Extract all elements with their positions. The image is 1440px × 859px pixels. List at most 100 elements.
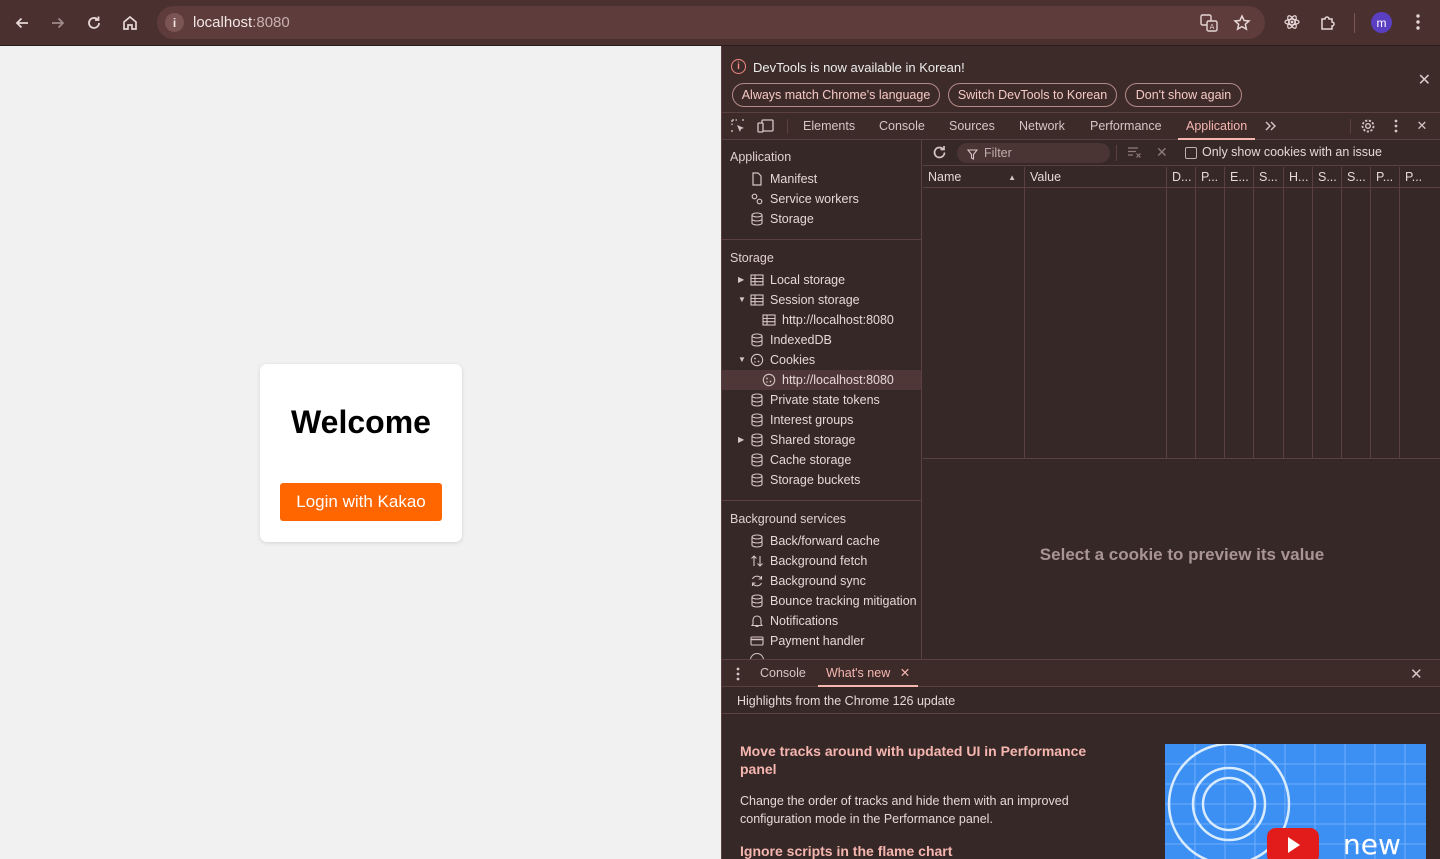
devtools-menu-icon[interactable] [1387, 117, 1405, 135]
inspect-element-icon[interactable] [729, 117, 747, 135]
close-tab-icon[interactable]: ✕ [900, 666, 910, 680]
drawer-tab-bar: Console What's new ✕ ✕ [722, 659, 1440, 687]
clear-all-icon[interactable] [1127, 145, 1143, 162]
sidebar-item-storage-buckets[interactable]: Storage buckets [722, 470, 921, 490]
more-tabs-chevron-icon[interactable] [1262, 117, 1280, 135]
delete-selected-icon[interactable]: ✕ [1156, 144, 1168, 161]
collapse-triangle-icon[interactable]: ▼ [738, 350, 746, 370]
filter-input[interactable]: Filter [957, 143, 1110, 163]
tab-performance[interactable]: Performance [1090, 113, 1162, 140]
sidebar-item-interest-groups[interactable]: Interest groups [722, 410, 921, 430]
sidebar-item-session-origin[interactable]: http://localhost:8080 [722, 310, 921, 330]
sidebar-item-local-storage[interactable]: ▶ Local storage [722, 270, 921, 290]
column-samesite[interactable]: S... [1341, 167, 1370, 188]
login-kakao-button[interactable]: Login with Kakao [280, 483, 442, 521]
column-priority[interactable]: P... [1399, 167, 1440, 188]
sidebar-item-service-workers[interactable]: Service workers [722, 189, 921, 209]
sidebar-item-cache-storage[interactable]: Cache storage [722, 450, 921, 470]
sidebar-item-bounce-tracking[interactable]: Bounce tracking mitigation [722, 591, 921, 611]
drawer-tab-whats-new[interactable]: What's new ✕ [818, 660, 919, 687]
reload-icon[interactable] [79, 8, 109, 38]
back-icon[interactable] [7, 8, 37, 38]
bookmark-star-icon[interactable] [1230, 11, 1254, 35]
whats-new-item-body: Change the order of tracks and hide them… [740, 794, 1069, 826]
expand-triangle-icon[interactable]: ▶ [738, 430, 744, 450]
always-match-language-button[interactable]: Always match Chrome's language [732, 83, 940, 107]
tab-application[interactable]: Application [1178, 113, 1256, 140]
column-expires[interactable]: E... [1224, 167, 1253, 188]
settings-gear-icon[interactable] [1359, 117, 1377, 135]
column-divider [1370, 188, 1371, 458]
sidebar-item-notifications[interactable]: Notifications [722, 611, 921, 631]
expand-triangle-icon[interactable]: ▶ [738, 270, 744, 290]
sidebar-item-payment-handler[interactable]: Payment handler [722, 631, 921, 651]
column-domain[interactable]: D... [1166, 167, 1195, 188]
cookie-filter-bar: Filter ✕ Only show cookies with an issue [923, 140, 1440, 166]
sidebar-item-label: Cookies [770, 353, 816, 367]
extensions-puzzle-icon[interactable] [1316, 10, 1340, 34]
translate-icon[interactable]: A [1197, 11, 1221, 35]
column-secure[interactable]: S... [1312, 167, 1341, 188]
whats-new-item-title[interactable]: Move tracks around with updated UI in Pe… [740, 742, 1120, 778]
sidebar-item-label: Background sync [770, 574, 866, 588]
drawer-tab-console[interactable]: Console [760, 660, 806, 687]
section-divider [722, 239, 921, 240]
sidebar-item-indexeddb[interactable]: IndexedDB [722, 330, 921, 350]
close-drawer-icon[interactable]: ✕ [1410, 665, 1423, 683]
sidebar-item-private-state-tokens[interactable]: Private state tokens [722, 390, 921, 410]
toolbar-divider [1354, 13, 1355, 33]
sidebar-item-label: Cache storage [770, 453, 852, 467]
close-devtools-icon[interactable]: ✕ [1413, 117, 1431, 135]
device-toolbar-icon[interactable] [757, 117, 775, 135]
column-path[interactable]: P... [1195, 167, 1224, 188]
database-icon [751, 473, 763, 487]
sidebar-item-shared-storage[interactable]: ▶ Shared storage [722, 430, 921, 450]
sidebar-item-cookies[interactable]: ▼ Cookies [722, 350, 921, 370]
url-text[interactable]: localhost:8080 [193, 14, 290, 31]
database-icon [751, 594, 763, 608]
sidebar-item-storage[interactable]: Storage [722, 209, 921, 229]
table-icon [750, 274, 764, 286]
whats-new-content: Highlights from the Chrome 126 update Mo… [722, 687, 1440, 859]
column-httponly[interactable]: H... [1283, 167, 1312, 188]
column-value[interactable]: Value [1024, 167, 1166, 188]
sidebar-item-background-fetch[interactable]: Background fetch [722, 551, 921, 571]
sidebar-item-label: Private state tokens [770, 393, 880, 407]
whats-new-item-title-2[interactable]: Ignore scripts in the flame chart [740, 842, 1120, 859]
column-partition-key[interactable]: P... [1370, 167, 1399, 188]
tab-elements[interactable]: Elements [803, 113, 855, 140]
sidebar-item-label: Bounce tracking mitigation [770, 594, 917, 608]
address-bar[interactable]: i localhost:8080 A [157, 6, 1265, 39]
column-size[interactable]: S... [1253, 167, 1283, 188]
tab-sources[interactable]: Sources [949, 113, 995, 140]
home-icon[interactable] [115, 8, 145, 38]
collapse-triangle-icon[interactable]: ▼ [738, 290, 746, 310]
column-name[interactable]: Name ▲ [923, 167, 1024, 188]
welcome-heading: Welcome [291, 404, 431, 440]
site-info-icon[interactable]: i [165, 13, 184, 32]
browser-menu-icon[interactable] [1406, 10, 1430, 34]
sidebar-item-background-sync[interactable]: Background sync [722, 571, 921, 591]
document-icon [752, 172, 762, 186]
database-icon [751, 413, 763, 427]
switch-to-korean-button[interactable]: Switch DevTools to Korean [948, 83, 1117, 107]
drawer-menu-icon[interactable] [736, 667, 740, 684]
tab-console[interactable]: Console [879, 113, 925, 140]
sidebar-item-session-storage[interactable]: ▼ Session storage [722, 290, 921, 310]
sidebar-item-manifest[interactable]: Manifest [722, 169, 921, 189]
column-divider [1224, 188, 1225, 458]
tab-network[interactable]: Network [1019, 113, 1065, 140]
close-infobar-icon[interactable]: ✕ [1418, 70, 1431, 90]
profile-avatar[interactable]: m [1371, 12, 1392, 33]
only-issue-checkbox[interactable] [1185, 147, 1197, 159]
sidebar-item-cookies-origin[interactable]: http://localhost:8080 [722, 370, 921, 390]
sidebar-item-bfcache[interactable]: Back/forward cache [722, 531, 921, 551]
cookie-icon [750, 353, 764, 367]
highlights-heading: Highlights from the Chrome 126 update [737, 694, 956, 708]
extension-react-icon[interactable] [1280, 10, 1304, 34]
refresh-icon[interactable] [931, 144, 948, 164]
dont-show-again-button[interactable]: Don't show again [1125, 83, 1242, 107]
forward-icon[interactable] [43, 8, 73, 38]
whats-new-video-thumbnail[interactable]: new [1165, 744, 1426, 859]
credit-card-icon [750, 636, 764, 646]
